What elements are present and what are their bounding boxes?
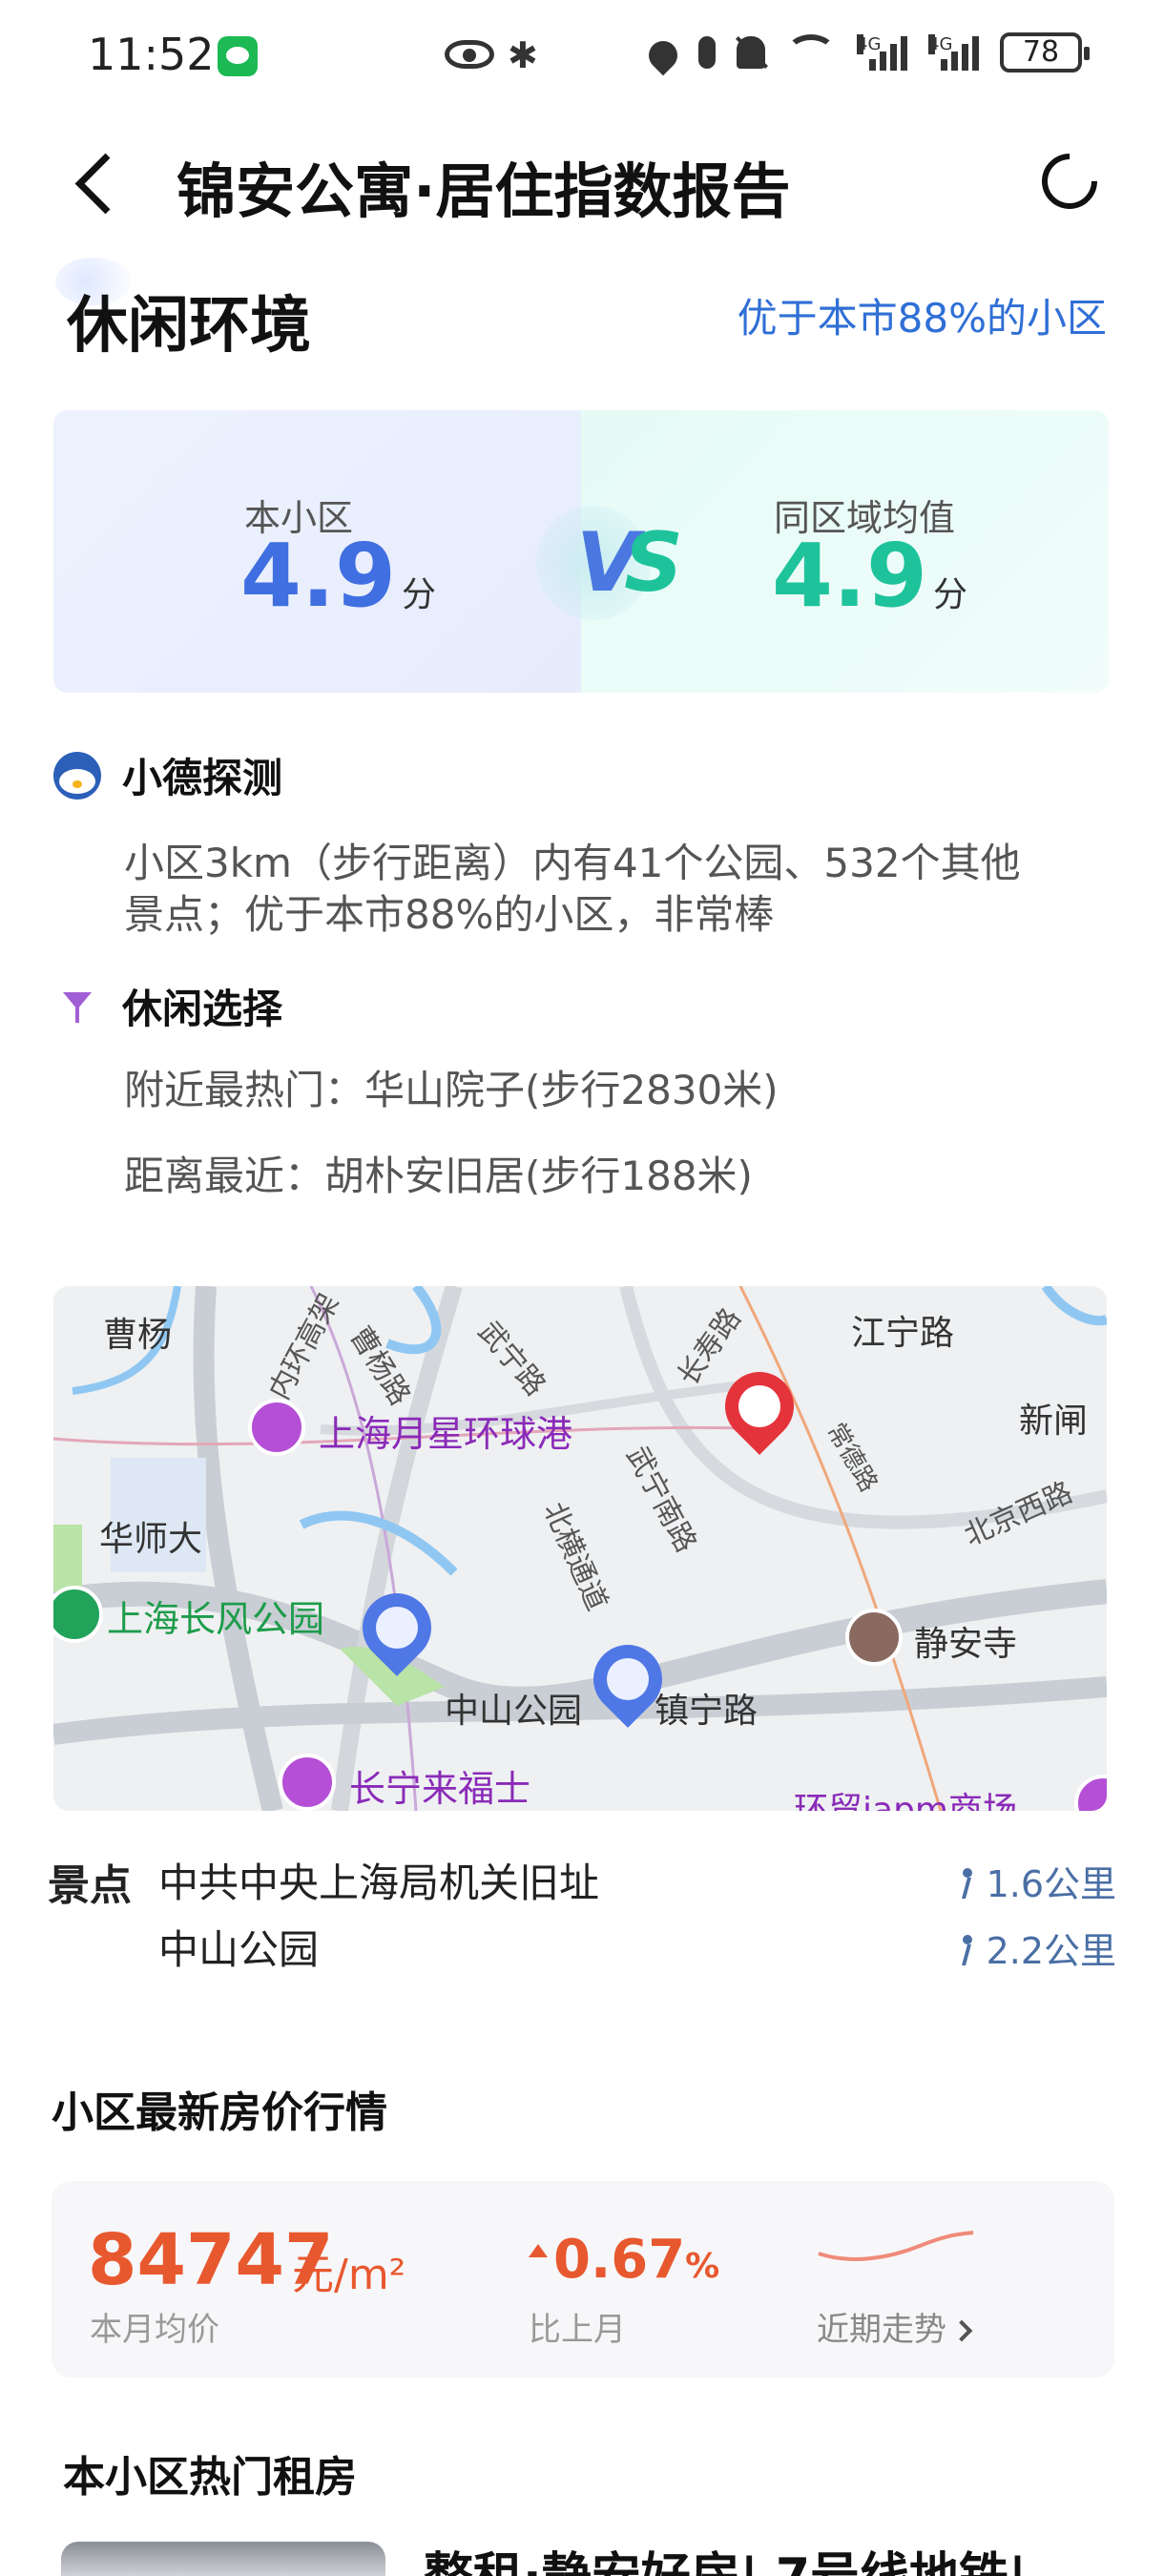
price-card[interactable]: 84747 元/m² 本月均价 0.67% 比上月 近期走势 xyxy=(52,2181,1114,2378)
chevron-right-icon xyxy=(950,2319,973,2342)
status-icons: 4G 4G 78 xyxy=(642,32,1090,76)
rent-section-title: 本小区热门租房 xyxy=(63,2453,357,2502)
walking-icon xyxy=(956,1868,977,1901)
status-bar: 11:52 ✱ 4G 4G 78 xyxy=(0,0,1164,114)
battery-icon: 78 xyxy=(1000,32,1090,73)
avg-price-label: 本月均价 xyxy=(90,2311,219,2349)
sight-distance: 2.2公里 xyxy=(956,1922,1116,1974)
shopping-bag-icon[interactable] xyxy=(248,1399,305,1456)
back-button[interactable] xyxy=(69,151,126,218)
refresh-icon xyxy=(1029,141,1110,221)
wifi-icon xyxy=(786,34,836,71)
price-change-label: 比上月 xyxy=(529,2311,626,2349)
leisure-rank: 优于本市88%的小区 xyxy=(737,295,1107,342)
map-poi-changfeng[interactable]: 上海长风公园 xyxy=(107,1589,324,1642)
status-time: 11:52 xyxy=(88,29,215,80)
map-label-jiangning: 江宁路 xyxy=(851,1314,955,1353)
app-header: 锦安公寓·居住指数报告 xyxy=(0,124,1164,239)
community-score: 4.9 分 xyxy=(240,525,436,627)
map-label-caoyang: 曹杨 xyxy=(103,1316,173,1355)
choice-title: 休闲选择 xyxy=(122,986,283,1032)
temple-icon[interactable] xyxy=(845,1609,903,1666)
map-label-zhongshan: 中山公园 xyxy=(445,1692,583,1731)
choice-hottest: 附近最热门：华山院子(步行2830米) xyxy=(124,1067,779,1113)
detect-text: 小区3km（步行距离）内有41个公园、532个其他 景点；优于本市88%的小区，… xyxy=(124,840,1021,938)
page-title: 锦安公寓·居住指数报告 xyxy=(177,156,791,226)
area-score: 4.9 分 xyxy=(772,525,967,627)
eye-icon xyxy=(445,40,494,69)
score-unit: 分 xyxy=(932,575,967,614)
map-label-zhenning: 镇宁路 xyxy=(655,1692,759,1731)
mascot-icon xyxy=(53,751,101,800)
score-compare-card: 本小区 4.9 分 同区域均值 4.9 分 V S xyxy=(53,410,1109,693)
map-label-xinzha: 新闸 xyxy=(1019,1402,1089,1441)
map-poi-yuexing[interactable]: 上海月星环球港 xyxy=(319,1404,572,1457)
location-icon xyxy=(642,34,684,76)
wechat-icon xyxy=(218,36,258,76)
choice-nearest: 距离最近：胡朴安旧居(步行188米) xyxy=(124,1153,753,1199)
shopping-bag-icon[interactable] xyxy=(279,1754,336,1811)
price-change-value: 0.67% xyxy=(553,2229,720,2291)
signal-4g-icon: 4G xyxy=(857,34,907,71)
sight-name: 中山公园 xyxy=(158,1926,320,1973)
detect-heading: 小德探测 xyxy=(53,746,282,804)
vs-icon: V S xyxy=(530,506,683,620)
map-view[interactable]: 曹杨 江宁路 新闸 华师大 静安寺 中山公园 镇宁路 环贸iapm商场 内环高架… xyxy=(53,1286,1107,1811)
avg-price-unit: 元/m² xyxy=(292,2251,406,2299)
score-unit: 分 xyxy=(401,575,436,614)
choice-heading: 休闲选择 xyxy=(53,977,282,1035)
sight-distance: 1.6公里 xyxy=(956,1855,1116,1907)
listing-title[interactable]: 整租·静安好房| 7号线地铁| xyxy=(424,2536,1027,2576)
list-item[interactable]: 景点 中共中央上海局机关旧址 1.6公里 xyxy=(48,1851,1116,1918)
arrow-up-icon xyxy=(529,2244,548,2257)
trend-sparkline xyxy=(818,2231,974,2261)
sights-list: 景点 中共中央上海局机关旧址 1.6公里 中山公园 2.2公里 xyxy=(48,1851,1116,1984)
map-label-huanmao: 环贸iapm商场 xyxy=(794,1791,1017,1811)
map-label-jingansi: 静安寺 xyxy=(914,1625,1018,1664)
mic-icon xyxy=(698,36,716,69)
map-label-huashida: 华师大 xyxy=(99,1520,203,1559)
cocktail-icon xyxy=(53,983,101,1030)
sights-tag: 景点 xyxy=(48,1861,132,1910)
community-score-panel: 本小区 4.9 分 xyxy=(53,410,581,693)
walking-icon xyxy=(956,1935,977,1967)
bluetooth-icon: ✱ xyxy=(508,34,538,76)
signal-4g-icon: 4G xyxy=(928,34,979,71)
section-title-leisure: 休闲环境 xyxy=(67,291,311,362)
trend-link[interactable]: 近期走势 xyxy=(817,2303,973,2350)
sight-name: 中共中央上海局机关旧址 xyxy=(158,1859,600,1906)
detect-title: 小德探测 xyxy=(122,755,283,801)
list-item[interactable]: 中山公园 2.2公里 xyxy=(48,1918,1116,1984)
map-poi-laifushi[interactable]: 长宁来福士 xyxy=(349,1759,530,1811)
mute-bell-icon xyxy=(737,36,765,69)
price-section-title: 小区最新房价行情 xyxy=(52,2088,387,2137)
refresh-button[interactable] xyxy=(1029,141,1110,221)
listing-thumbnail[interactable] xyxy=(61,2542,385,2576)
